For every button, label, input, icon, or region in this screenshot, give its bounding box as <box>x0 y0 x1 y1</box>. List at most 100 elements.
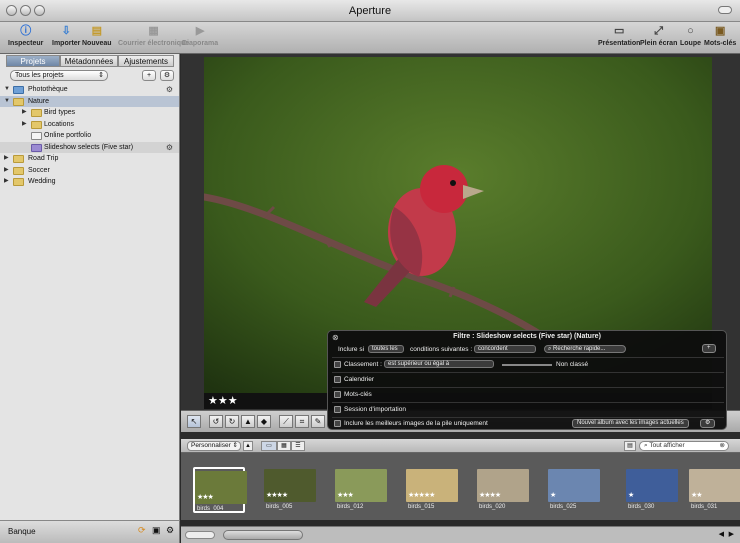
tree-item-nature[interactable]: ▼ Nature <box>0 95 179 107</box>
tree-item-phototheque[interactable]: ▼ Photothèque ⚙ <box>0 84 179 96</box>
inspecteur-button[interactable]: ⓘ Inspecteur <box>8 24 43 47</box>
mots-cles-button[interactable]: ▣ Mots-clés <box>704 24 736 47</box>
presentation-label: Présentation <box>598 40 641 47</box>
main-toolbar: ⓘ Inspecteur ⇩ Importer ▤ Nouveau ▦ Cour… <box>0 22 740 54</box>
stack-tool[interactable]: ▲ <box>241 415 255 428</box>
rating-operator-select[interactable]: est supérieur ou égal à <box>384 360 494 368</box>
filter-action-button[interactable]: ⚙ <box>700 419 716 428</box>
rotate-left-tool[interactable]: ↺ <box>209 415 223 428</box>
filmstrip-thumbnail[interactable]: ★★★ birds_012 <box>335 467 387 513</box>
loupe-icon: ○ <box>687 25 694 37</box>
thumbnail-name: birds_025 <box>550 504 577 510</box>
folder-icon <box>31 120 42 129</box>
filmstrip-view-button[interactable]: ▭ <box>261 441 277 451</box>
filmstrip-thumbnail[interactable]: ★★★★★ birds_015 <box>406 467 458 513</box>
loupe-button[interactable]: ○ Loupe <box>680 24 701 47</box>
gear-icon[interactable]: ⚙ <box>166 142 173 154</box>
browser-controls: Personnaliser ⇕ ▲ ▭ ▦ ☰ ▤ ⌕ Tout affiche… <box>181 439 740 453</box>
tab-ajustements[interactable]: Ajustements <box>118 55 174 67</box>
tree-item-online-portfolio[interactable]: Online portfolio <box>0 130 179 142</box>
scroll-right-icon[interactable]: ▶ <box>729 530 734 538</box>
nouveau-button[interactable]: ▤ Nouveau <box>82 24 112 47</box>
filmstrip-thumbnail[interactable]: ★ birds_025 <box>548 467 600 513</box>
close-window-button[interactable] <box>6 5 17 16</box>
sort-select[interactable]: Personnaliser ⇕ <box>187 441 241 451</box>
include-if-label: Inclure si <box>338 346 365 353</box>
add-project-button[interactable]: + <box>142 70 156 81</box>
disclosure-closed-icon: ▶ <box>22 120 27 127</box>
tree-item-slideshow-selects[interactable]: Slideshow selects (Five star) ⚙ <box>0 141 179 154</box>
new-album-label: Nouvel album avec les images actuelles <box>577 420 684 426</box>
select-tool[interactable]: ↖ <box>187 415 201 428</box>
project-action-button[interactable]: ⚙ <box>160 70 174 81</box>
crop-tool[interactable]: ⌗ <box>295 415 309 428</box>
gear-icon[interactable]: ⚙ <box>166 525 174 536</box>
new-folder-icon: ▤ <box>91 25 102 37</box>
tree-item-soccer[interactable]: ▶ Soccer <box>0 165 179 177</box>
best-images-checkbox[interactable] <box>334 420 341 427</box>
pointer-icon: ↖ <box>190 417 198 426</box>
minimize-window-button[interactable] <box>20 5 31 16</box>
tree-item-wedding[interactable]: ▶ Wedding <box>0 176 179 188</box>
disclosure-closed-icon: ▶ <box>4 178 9 184</box>
rating-rule-row: Classement : est supérieur ou égal à Non… <box>332 357 724 371</box>
courrier-label: Courrier électronique <box>118 40 190 47</box>
scroll-thumb[interactable] <box>223 530 303 540</box>
tree-item-locations[interactable]: ▶ Locations <box>0 119 179 131</box>
grid-icon: ▦ <box>281 443 287 449</box>
diaporama-button[interactable]: ▶ Diaporama <box>182 24 218 47</box>
tree-item-road-trip[interactable]: ▶ Road Trip <box>0 153 179 165</box>
lift-tool[interactable]: ◆ <box>257 415 271 428</box>
plus-icon: + <box>146 72 152 79</box>
import-session-rule-checkbox[interactable] <box>334 406 341 413</box>
clear-search-icon[interactable]: ⊗ <box>720 442 725 450</box>
plein-ecran-button[interactable]: ⤢ Plein écran <box>640 24 677 47</box>
filmstrip-thumbnail[interactable]: ★★★★ birds_005 <box>264 467 316 513</box>
filter-hud-button[interactable]: ▤ <box>624 441 636 451</box>
filmstrip-thumbnail[interactable]: ★★★ birds_004 <box>193 467 247 513</box>
sort-direction-button[interactable]: ▲ <box>243 441 253 451</box>
match-all-select[interactable]: toutes les <box>368 345 404 353</box>
filmstrip-thumbnail[interactable]: ★★★★ birds_020 <box>477 467 529 513</box>
list-view-button[interactable]: ☰ <box>291 441 305 451</box>
tab-metadonnees[interactable]: Métadonnées <box>60 55 118 67</box>
rotate-right-icon: ↻ <box>228 417 236 426</box>
tree-item-label: Locations <box>44 120 74 128</box>
presentation-button[interactable]: ▭ Présentation <box>598 24 640 47</box>
tab-projets[interactable]: Projets <box>6 55 60 67</box>
vault-icon[interactable]: ▣ <box>152 525 161 536</box>
grid-view-button[interactable]: ▦ <box>277 441 291 451</box>
rotate-right-tool[interactable]: ↻ <box>225 415 239 428</box>
new-album-button[interactable]: Nouvel album avec les images actuelles <box>572 419 689 428</box>
scroll-left-icon[interactable]: ◀ <box>719 530 724 538</box>
filmstrip: ★★★ birds_004 ★★★★ birds_005 ★★★ birds_012 ★★★… <box>181 453 740 520</box>
keywords-rule-checkbox[interactable] <box>334 391 341 398</box>
thumbnail-rating: ★★★ <box>337 492 354 499</box>
thumbnail-size-slider[interactable] <box>185 531 215 539</box>
importer-button[interactable]: ⇩ Importer <box>52 24 80 47</box>
toolbar-toggle-button[interactable] <box>718 6 732 14</box>
left-panel-footer: Banque ⟳ ▣ ⚙ <box>0 520 180 543</box>
zoom-window-button[interactable] <box>34 5 45 16</box>
filmstrip-thumbnail[interactable]: ★ birds_030 <box>626 467 678 513</box>
courrier-button[interactable]: ▦ Courrier électronique <box>118 24 189 47</box>
mots-cles-label: Mots-clés <box>704 40 737 47</box>
match-mode-select[interactable]: concordent <box>474 345 536 353</box>
search-placeholder: Tout afficher <box>649 442 685 449</box>
project-filter-select[interactable]: Tous les projets ⇕ <box>10 70 108 81</box>
filter-footer-row: Inclure les meilleurs images de la pile … <box>332 417 724 429</box>
calendar-rule-label: Calendrier <box>344 376 374 383</box>
rating-slider[interactable] <box>502 364 552 366</box>
tree-item-bird-types[interactable]: ▶ Bird types <box>0 107 179 119</box>
sync-icon[interactable]: ⟳ <box>138 525 146 536</box>
straighten-tool[interactable]: ⟋ <box>279 415 293 428</box>
add-rule-button[interactable]: + <box>702 344 716 353</box>
calendar-rule-checkbox[interactable] <box>334 376 341 383</box>
search-field[interactable]: ⌕ Tout afficher ⊗ <box>639 441 729 451</box>
conditions-label: conditions suivantes : <box>410 346 473 353</box>
filmstrip-thumbnail[interactable]: ★★ birds_031 <box>689 467 740 513</box>
rating-rule-checkbox[interactable] <box>334 361 341 368</box>
retouch-tool[interactable]: ✎ <box>311 415 325 428</box>
quick-search-field[interactable]: ⌕ Recherche rapide... <box>544 345 626 353</box>
gear-icon[interactable]: ⚙ <box>166 84 173 96</box>
